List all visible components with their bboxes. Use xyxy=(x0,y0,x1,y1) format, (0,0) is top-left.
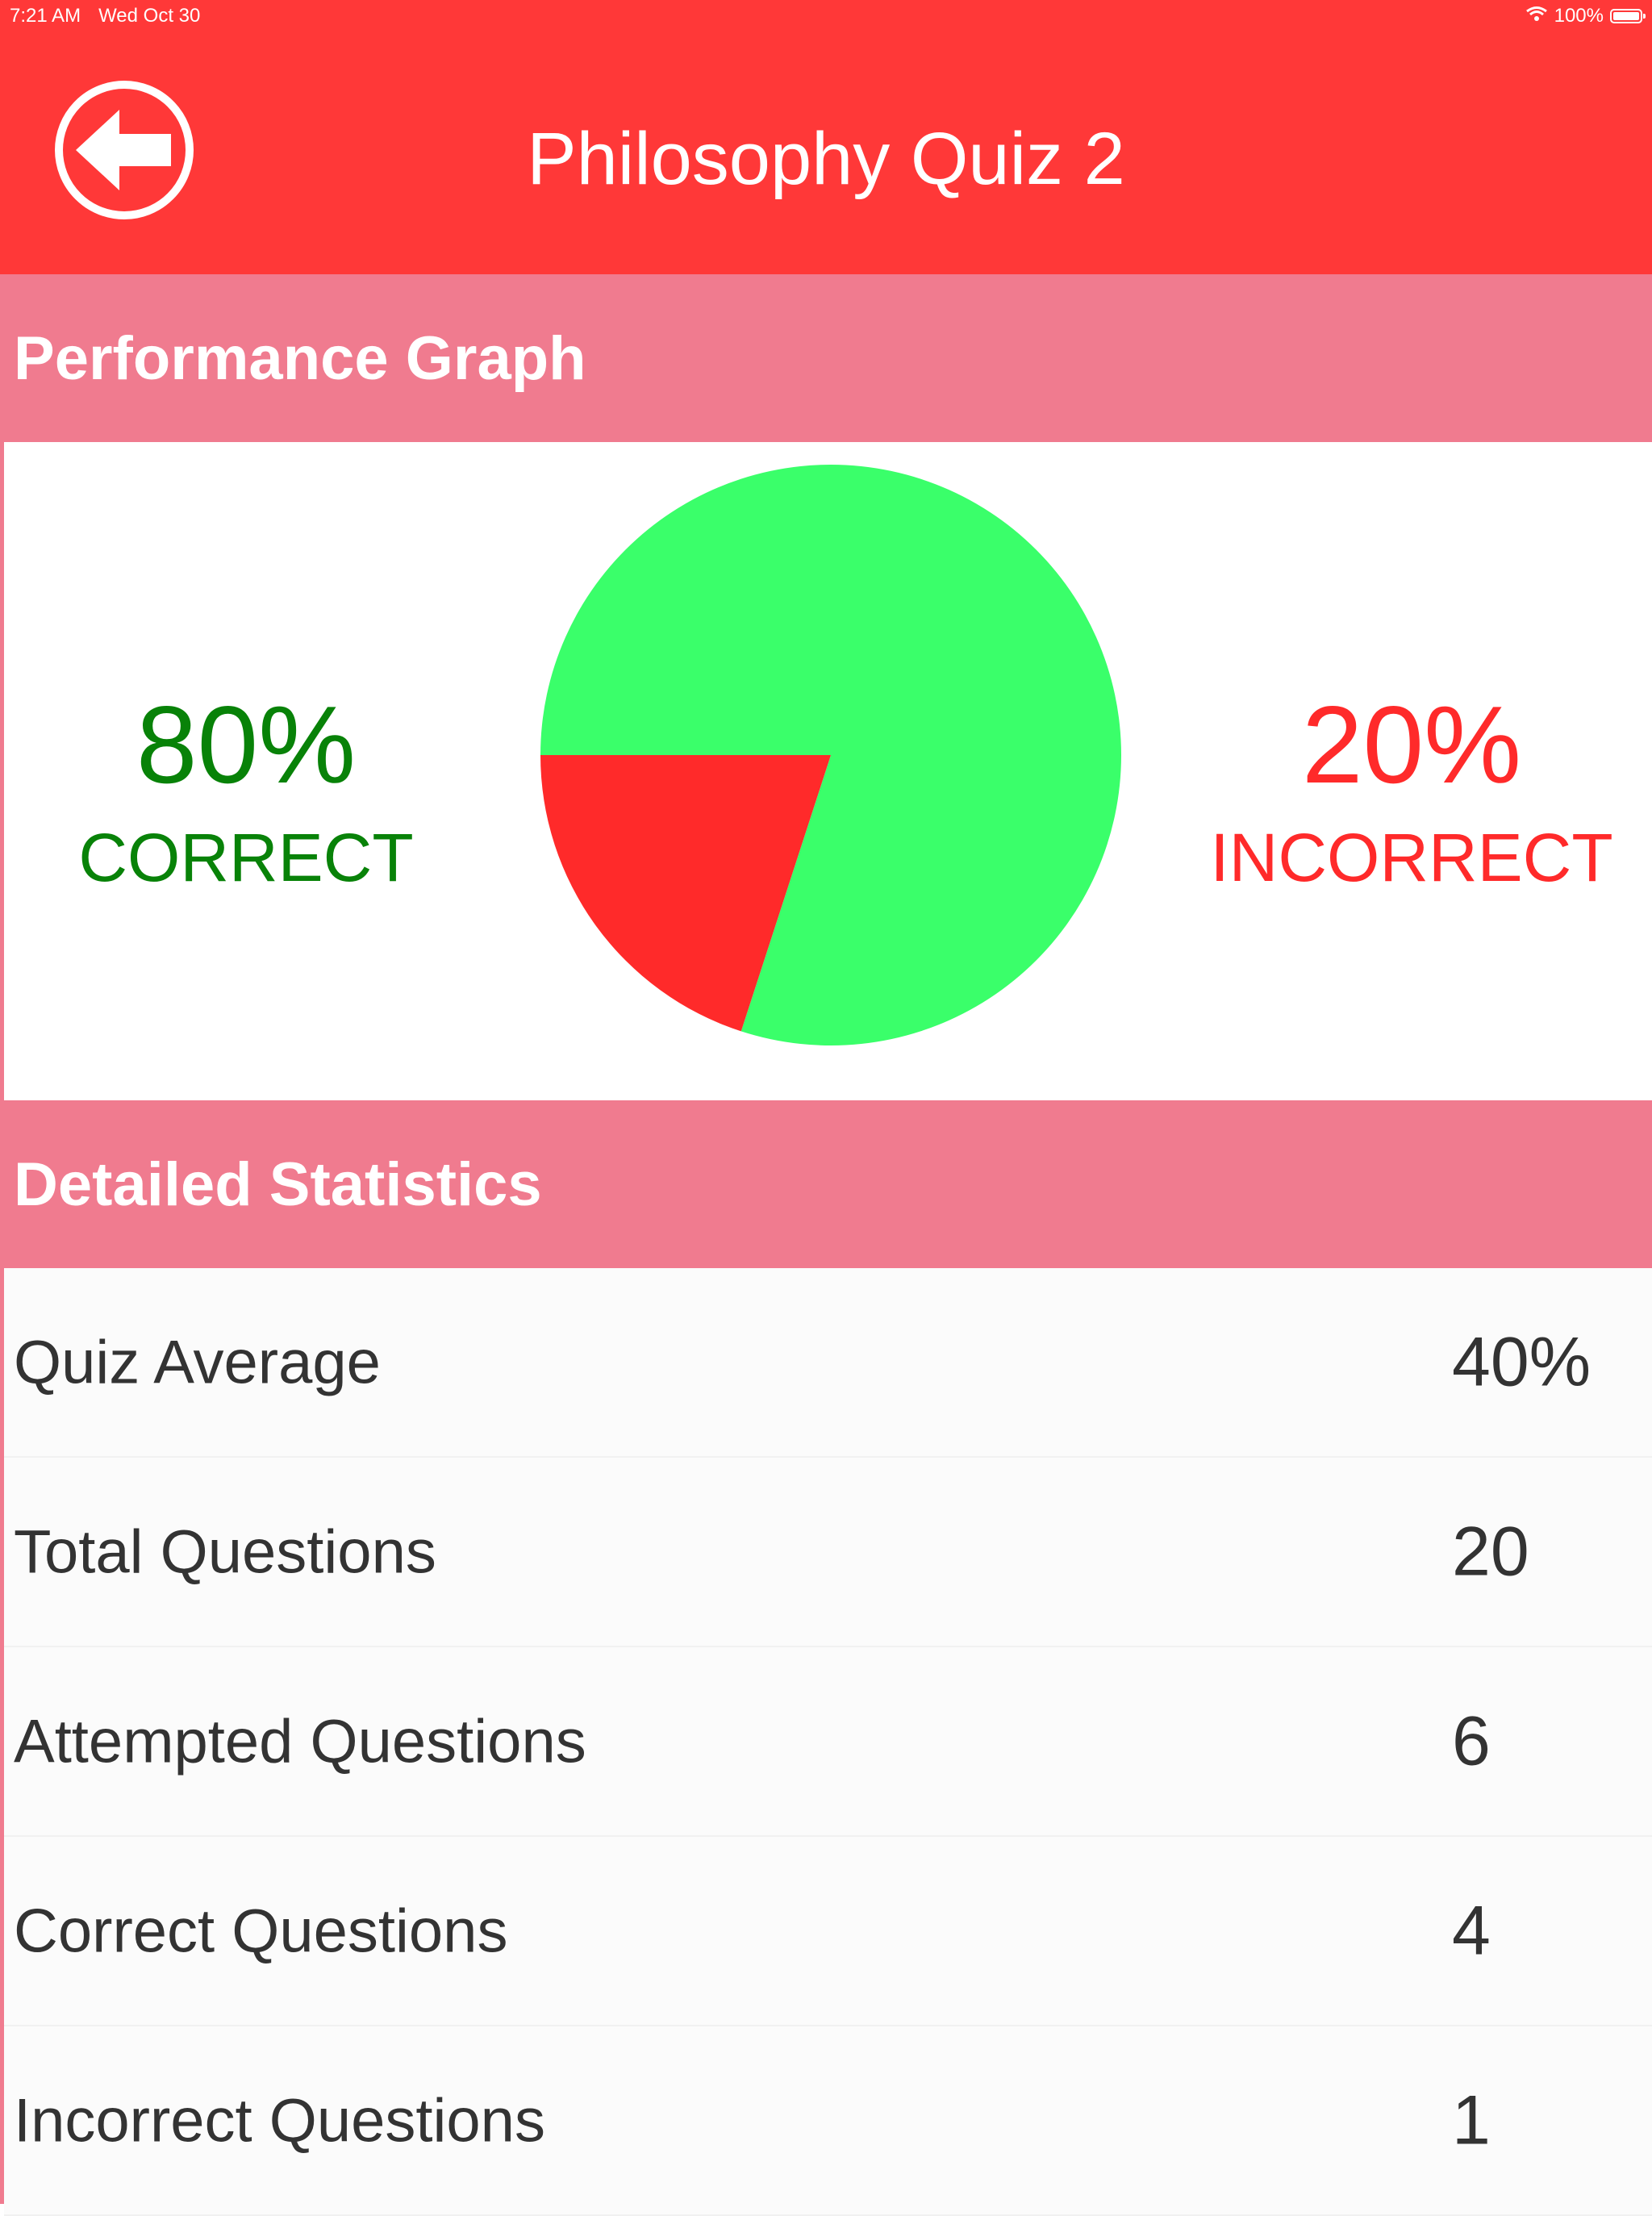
stat-label: Incorrect Questions xyxy=(14,2086,545,2155)
stats-list: Quiz Average 40% Total Questions 20 Atte… xyxy=(4,1268,1652,2216)
stat-value: 4 xyxy=(1452,1892,1491,1969)
stat-label: Total Questions xyxy=(14,1517,436,1586)
status-right: 100% xyxy=(1525,5,1646,27)
stat-row-attempted-questions: Attempted Questions 6 xyxy=(4,1647,1652,1837)
stat-label: Quiz Average xyxy=(14,1328,381,1396)
performance-graph-title: Performance Graph xyxy=(14,323,586,393)
status-left: 7:21 AM Wed Oct 30 xyxy=(10,5,200,27)
pie-chart xyxy=(540,465,1121,1045)
stat-value: 1 xyxy=(1452,2081,1491,2159)
battery-icon xyxy=(1610,9,1646,23)
correct-label: CORRECT xyxy=(78,820,414,895)
content: Performance Graph 80% CORRECT 20% INCORR… xyxy=(0,274,1652,2216)
page-title: Philosophy Quiz 2 xyxy=(527,118,1125,200)
stat-row-correct-questions: Correct Questions 4 xyxy=(4,1837,1652,2026)
incorrect-label: INCORRECT xyxy=(1210,820,1613,895)
correct-percent: 80% xyxy=(136,683,357,806)
stat-value: 40% xyxy=(1452,1323,1592,1400)
battery-percent: 100% xyxy=(1554,5,1604,27)
detailed-statistics-title: Detailed Statistics xyxy=(14,1150,542,1219)
stat-row-incorrect-questions: Incorrect Questions 1 xyxy=(4,2026,1652,2216)
status-bar: 7:21 AM Wed Oct 30 100% xyxy=(0,0,1652,32)
incorrect-percent: 20% xyxy=(1301,683,1522,806)
stat-row-quiz-average: Quiz Average 40% xyxy=(4,1268,1652,1458)
stat-value: 20 xyxy=(1452,1513,1529,1590)
performance-graph: 80% CORRECT 20% INCORRECT xyxy=(4,442,1652,1100)
stat-row-total-questions: Total Questions 20 xyxy=(4,1458,1652,1647)
correct-summary: 80% CORRECT xyxy=(4,684,488,902)
detailed-statistics-header: Detailed Statistics xyxy=(4,1100,1652,1268)
status-time: 7:21 AM xyxy=(10,5,81,27)
wifi-icon xyxy=(1525,5,1548,27)
stat-value: 6 xyxy=(1452,1702,1491,1780)
status-date: Wed Oct 30 xyxy=(98,5,201,27)
stat-label: Attempted Questions xyxy=(14,1707,586,1776)
stat-label: Correct Questions xyxy=(14,1897,508,1965)
incorrect-summary: 20% INCORRECT xyxy=(1170,684,1652,902)
performance-graph-header: Performance Graph xyxy=(4,274,1652,442)
